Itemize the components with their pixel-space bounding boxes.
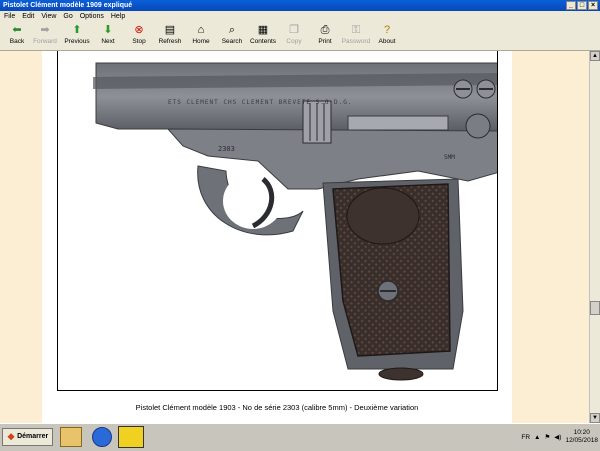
down-arrow-icon: ⬇: [103, 24, 113, 36]
slide-marking: ETS CLEMENT CHS CLEMENT BREVETE S.G.D.G.: [168, 99, 353, 106]
up-arrow-icon: ⬆: [72, 24, 82, 36]
menu-edit[interactable]: Edit: [22, 13, 34, 20]
system-tray: FR ▲ ⚑ ◀) 10:20 12/05/2018: [521, 426, 598, 448]
pistol-illustration: ETS CLEMENT CHS CLEMENT BREVETE S.G.D.G.…: [93, 62, 507, 381]
home-icon: ⌂: [197, 24, 205, 36]
document-page: ETS CLEMENT CHS CLEMENT BREVETE S.G.D.G.…: [42, 51, 512, 423]
pistol-photo: ETS CLEMENT CHS CLEMENT BREVETE S.G.D.G.…: [57, 51, 507, 391]
language-indicator[interactable]: FR: [521, 434, 530, 441]
stop-icon: ⊗: [134, 24, 144, 36]
next-button[interactable]: ⬇ Next: [91, 24, 125, 46]
start-label: Démarrer: [17, 433, 49, 440]
search-button[interactable]: ⌕ Search: [215, 24, 249, 46]
refresh-button[interactable]: ▤ Refresh: [153, 24, 187, 46]
caliber-marking: 5MM: [444, 154, 455, 161]
menu-help[interactable]: Help: [111, 13, 125, 20]
menu-file[interactable]: File: [4, 13, 15, 20]
toolbar: ⬅ Back ➡ Forward ⬆ Previous ⬇ Next ⊗ Stop ▤ Re…: [0, 22, 600, 51]
taskbar: ❖ Démarrer FR ▲ ⚑ ◀) 10:20 12/05/2018: [0, 423, 600, 451]
menu-view[interactable]: View: [41, 13, 56, 20]
about-icon: ?: [383, 24, 391, 36]
previous-button[interactable]: ⬆ Previous: [60, 24, 94, 46]
vertical-scrollbar[interactable]: ▲ ▼: [589, 51, 600, 423]
copy-button[interactable]: ❐ Copy: [277, 24, 311, 46]
maximize-button[interactable]: □: [577, 1, 587, 10]
browser-icon[interactable]: [92, 427, 112, 447]
volume-icon[interactable]: ◀): [554, 433, 561, 441]
refresh-icon: ▤: [164, 24, 176, 36]
minimize-button[interactable]: _: [566, 1, 576, 10]
menu-go[interactable]: Go: [63, 13, 72, 20]
scroll-thumb[interactable]: [590, 301, 600, 315]
window-title: Pistolet Clément modèle 1909 expliqué: [3, 2, 133, 9]
content-area: ETS CLEMENT CHS CLEMENT BREVETE S.G.D.G.…: [0, 51, 589, 423]
forward-button[interactable]: ➡ Forward: [28, 24, 62, 46]
copy-icon: ❐: [289, 24, 299, 36]
title-bar: Pistolet Clément modèle 1909 expliqué _ …: [0, 0, 600, 11]
folder-icon[interactable]: [60, 427, 82, 447]
contents-icon: ▦: [257, 24, 269, 36]
forward-arrow-icon: ➡: [40, 24, 50, 36]
menu-bar: File Edit View Go Options Help: [0, 11, 600, 22]
password-icon: ⚿: [351, 24, 361, 36]
stop-button[interactable]: ⊗ Stop: [122, 24, 156, 46]
network-icon[interactable]: ▲: [534, 434, 540, 441]
help-app-icon[interactable]: [118, 426, 144, 448]
flag-icon[interactable]: ⚑: [544, 433, 550, 441]
home-button[interactable]: ⌂ Home: [184, 24, 218, 46]
serial-marking: 2303: [218, 145, 235, 153]
start-button[interactable]: ❖ Démarrer: [2, 428, 54, 446]
print-icon: ⎙: [320, 24, 330, 36]
search-icon: ⌕: [228, 24, 236, 36]
image-caption: Pistolet Clément modèle 1903 - No de sér…: [135, 403, 419, 412]
scroll-down-arrow-icon[interactable]: ▼: [590, 413, 600, 423]
windows-logo-icon: ❖: [7, 432, 16, 442]
password-button[interactable]: ⚿ Password: [339, 24, 373, 46]
close-button[interactable]: ×: [588, 1, 598, 10]
clock[interactable]: 10:20 12/05/2018: [565, 429, 598, 445]
menu-options[interactable]: Options: [80, 13, 104, 20]
about-button[interactable]: ? About: [370, 24, 404, 46]
scroll-up-arrow-icon[interactable]: ▲: [590, 51, 600, 61]
print-button[interactable]: ⎙ Print: [308, 24, 342, 46]
contents-button[interactable]: ▦ Contents: [246, 24, 280, 46]
